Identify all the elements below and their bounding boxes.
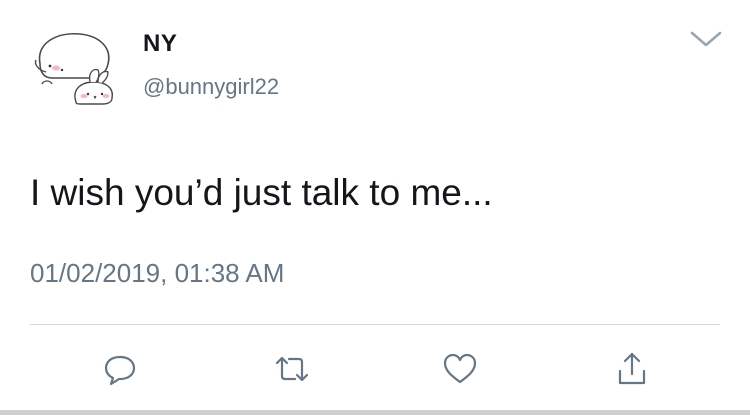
retweet-icon [275,356,309,382]
tweet-timestamp[interactable]: 01/02/2019, 01:38 AM [30,258,284,289]
bottom-border [0,410,750,415]
bunny-avatar-icon[interactable] [28,24,128,106]
divider [30,324,720,325]
tweet-card: NY @bunnygirl22 I wish you’d just talk t… [0,0,750,415]
like-icon [443,353,477,384]
share-icon [618,352,646,385]
tweet-text: I wish you’d just talk to me... [30,172,493,213]
retweet-button[interactable] [272,349,312,389]
reply-button[interactable] [100,349,140,389]
chevron-down-icon[interactable] [688,28,724,50]
like-button[interactable] [440,349,480,389]
display-name[interactable]: NY [143,30,177,58]
user-handle[interactable]: @bunnygirl22 [143,74,279,100]
share-button[interactable] [612,349,652,389]
reply-icon [104,355,136,386]
